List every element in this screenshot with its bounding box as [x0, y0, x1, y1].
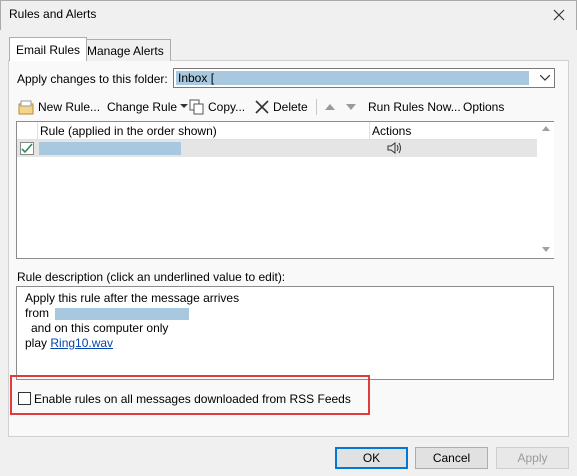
rss-checkbox-label[interactable]: Enable rules on all messages downloaded …: [34, 392, 351, 406]
rule-description: Apply this rule after the message arrive…: [16, 286, 554, 380]
ok-button[interactable]: OK: [335, 447, 408, 469]
cancel-button[interactable]: Cancel: [415, 447, 488, 469]
folder-combo[interactable]: Inbox [: [173, 68, 555, 88]
sound-file-link[interactable]: Ring10.wav: [50, 336, 113, 350]
window-title: Rules and Alerts: [9, 7, 97, 21]
move-up-button[interactable]: [325, 97, 335, 117]
new-rule-icon: [18, 100, 34, 115]
description-line: and on this computer only: [31, 321, 169, 335]
new-rule-button[interactable]: New Rule...: [18, 97, 100, 117]
change-rule-button[interactable]: Change Rule: [107, 97, 189, 117]
move-down-button[interactable]: [346, 97, 356, 117]
rule-list[interactable]: Rule (applied in the order shown) Action…: [16, 121, 554, 259]
description-label: Rule description (click an underlined va…: [17, 270, 286, 284]
delete-icon: [255, 100, 269, 114]
delete-button[interactable]: Delete: [255, 97, 308, 117]
column-divider: [37, 122, 38, 140]
rule-enabled-checkbox[interactable]: [20, 142, 34, 155]
rss-checkbox[interactable]: [18, 392, 31, 405]
sender-redacted[interactable]: [55, 307, 190, 320]
close-icon: [553, 9, 565, 21]
speaker-icon: [386, 141, 404, 158]
dropdown-arrow-icon: [180, 104, 189, 108]
column-divider: [369, 122, 370, 140]
scroll-down-icon[interactable]: [542, 247, 550, 253]
folder-label: Apply changes to this folder:: [17, 72, 168, 86]
rule-row[interactable]: [17, 140, 537, 157]
options-button[interactable]: Options: [463, 97, 504, 117]
copy-icon: [189, 99, 204, 115]
rule-list-header: Rule (applied in the order shown) Action…: [17, 122, 537, 140]
tab-manage-alerts[interactable]: Manage Alerts: [80, 39, 171, 61]
arrow-up-icon: [325, 104, 335, 110]
toolbar-separator: [316, 99, 317, 115]
column-rule[interactable]: Rule (applied in the order shown): [40, 124, 217, 138]
copy-button[interactable]: Copy...: [189, 97, 245, 117]
description-line: play Ring10.wav: [25, 336, 114, 350]
chevron-down-icon[interactable]: [536, 69, 554, 87]
column-actions[interactable]: Actions: [372, 124, 411, 138]
rule-name-redacted: [39, 142, 181, 155]
rule-list-scrollbar[interactable]: [538, 122, 554, 258]
run-rules-now-button[interactable]: Run Rules Now...: [368, 97, 461, 117]
tab-email-rules[interactable]: Email Rules: [9, 37, 88, 61]
scroll-up-icon[interactable]: [542, 126, 550, 132]
description-line: from: [25, 306, 190, 320]
close-button[interactable]: [549, 5, 569, 25]
checkmark-icon: [21, 143, 33, 154]
arrow-down-icon: [346, 104, 356, 110]
folder-selected-value: Inbox [: [176, 71, 529, 85]
description-line: Apply this rule after the message arrive…: [25, 291, 240, 305]
apply-button[interactable]: Apply: [496, 447, 569, 469]
